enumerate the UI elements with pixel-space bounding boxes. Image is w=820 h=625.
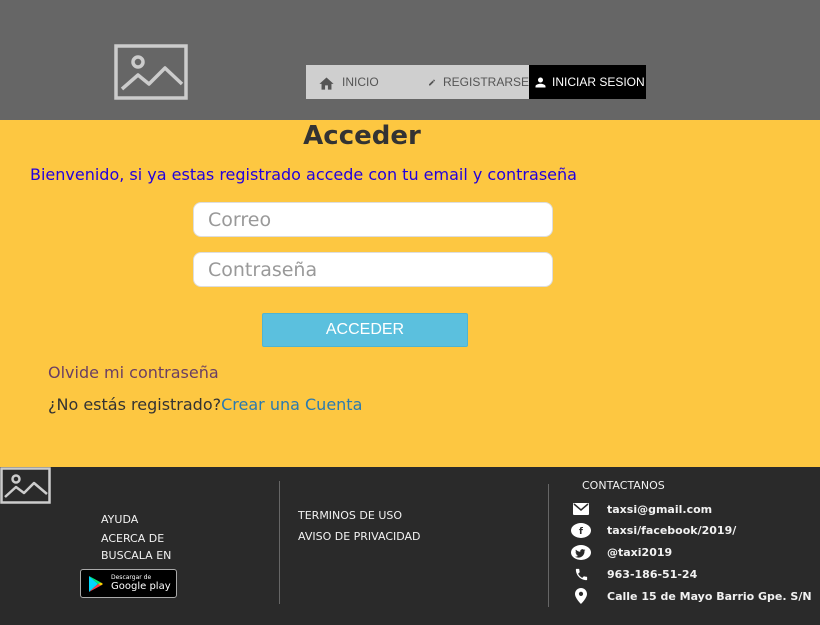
nav-item-label: REGISTRARSE [442,75,529,89]
login-section: Acceder Bienvenido, si ya estas registra… [0,120,820,467]
footer-link-ayuda[interactable]: AYUDA [101,513,138,526]
footer-link-acerca-de[interactable]: ACERCA DE [101,532,164,545]
nav-item-registrarse[interactable]: REGISTRARSE [413,65,529,99]
main-nav: INICIO REGISTRARSE INICIAR SESION [306,65,646,99]
contact-email[interactable]: taxsi@gmail.com [570,501,712,517]
page-title: Acceder [303,121,421,151]
password-field[interactable] [193,252,553,287]
footer-logo-image-icon [0,467,51,504]
create-account-link[interactable]: Crear una Cuenta [221,395,362,414]
footer-divider [548,484,549,607]
google-play-text: Descargar de Google play [111,575,171,592]
footer: AYUDA ACERCA DE BUSCALA EN Descargar de … [0,467,820,625]
contact-phone-text: 963-186-51-24 [607,567,698,581]
phone-icon [575,568,587,580]
not-registered-text: ¿No estás registrado? [48,395,222,414]
contact-facebook[interactable]: f taxsi/facebook/2019/ [570,522,736,538]
nav-item-inicio[interactable]: INICIO [306,65,413,99]
nav-item-iniciar-sesion[interactable]: INICIAR SESION [529,65,646,99]
contact-email-text: taxsi@gmail.com [607,502,713,516]
facebook-icon: f [571,522,591,538]
footer-link-buscala-en[interactable]: BUSCALA EN [101,549,171,562]
header: INICIO REGISTRARSE INICIAR SESION [0,0,820,120]
google-play-badge[interactable]: Descargar de Google play [80,569,177,598]
logo-image-icon [114,44,188,100]
google-play-icon [89,575,103,592]
svg-text:f: f [579,527,583,537]
contact-facebook-text: taxsi/facebook/2019/ [607,523,737,537]
nav-item-label: INICIAR SESION [552,75,645,89]
google-play-big-text: Google play [111,581,171,592]
home-icon [319,77,334,90]
pencil-icon [428,79,435,85]
contact-address-text: Calle 15 de Mayo Barrio Gpe. S/N [607,589,812,603]
mail-icon [573,503,589,515]
welcome-text: Bienvenido, si ya estas registrado acced… [30,165,577,184]
forgot-password-link[interactable]: Olvide mi contraseña [48,363,219,382]
location-icon [575,588,587,604]
nav-item-label: INICIO [342,75,379,89]
footer-divider [279,481,280,604]
not-registered-line: ¿No estás registrado?Crear una Cuenta [48,395,362,414]
contact-twitter[interactable]: @taxi2019 [570,544,672,560]
contact-heading: CONTACTANOS [582,479,665,492]
footer-link-aviso-privacidad[interactable]: AVISO DE PRIVACIDAD [298,530,421,543]
email-field[interactable] [193,202,553,237]
contact-phone[interactable]: 963-186-51-24 [570,566,697,582]
twitter-icon [571,544,591,560]
contact-address[interactable]: Calle 15 de Mayo Barrio Gpe. S/N [570,588,812,604]
contact-twitter-text: @taxi2019 [607,545,673,559]
footer-link-terminos[interactable]: TERMINOS DE USO [298,509,402,522]
person-icon [535,77,546,87]
acceder-button[interactable]: ACCEDER [262,313,468,347]
